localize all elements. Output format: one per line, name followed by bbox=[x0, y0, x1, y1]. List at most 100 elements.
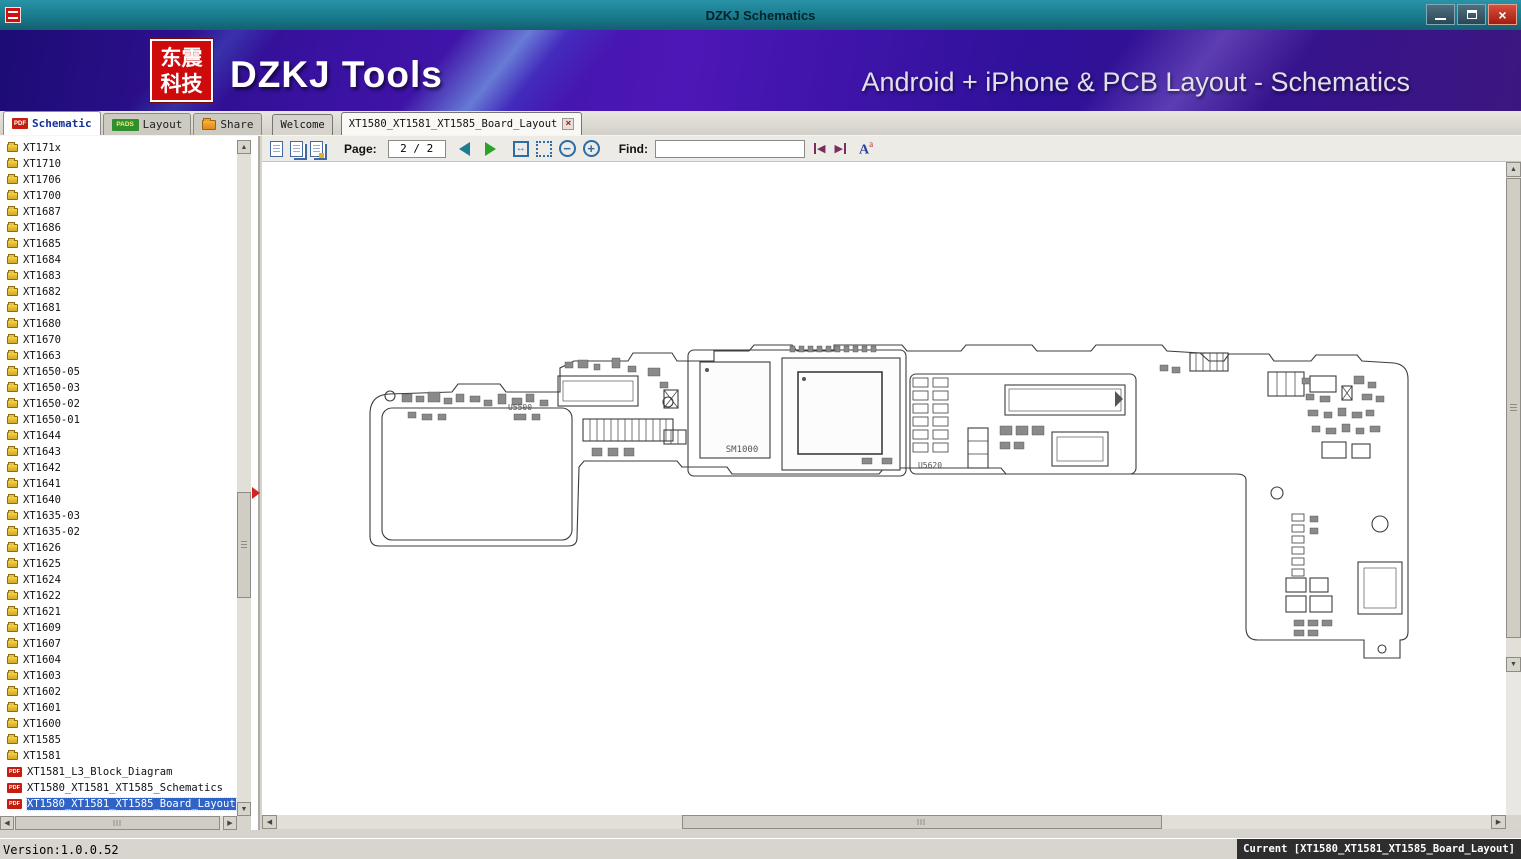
minimize-button[interactable] bbox=[1426, 4, 1455, 25]
tab-bar: PDF Schematic PADS Layout Share Welcome … bbox=[0, 111, 1521, 136]
find-input[interactable] bbox=[655, 140, 805, 158]
sidebar-item[interactable]: XT1581 bbox=[0, 748, 235, 764]
facing-pages-icon[interactable] bbox=[290, 141, 303, 157]
sidebar-item[interactable]: XT1687 bbox=[0, 204, 235, 220]
sidebar-item[interactable]: XT1706 bbox=[0, 172, 235, 188]
tab-board-layout[interactable]: XT1580_XT1581_XT1585_Board_Layout × bbox=[341, 112, 583, 135]
find-next-icon[interactable]: ▶ bbox=[834, 142, 845, 155]
sidebar-item[interactable]: XT1710 bbox=[0, 156, 235, 172]
folder-icon bbox=[7, 368, 18, 376]
sidebar-item[interactable]: XT1684 bbox=[0, 252, 235, 268]
sidebar-item[interactable]: XT1609 bbox=[0, 620, 235, 636]
folder-icon bbox=[7, 288, 18, 296]
single-page-icon[interactable] bbox=[270, 141, 283, 157]
sidebar-vertical-scrollbar[interactable]: ▲ ▼ bbox=[237, 140, 251, 816]
sidebar-item[interactable]: XT1602 bbox=[0, 684, 235, 700]
pdf-page[interactable]: U5500 SM1000 U5620 bbox=[262, 162, 1506, 815]
splitter-arrow-icon[interactable] bbox=[252, 487, 260, 499]
folder-icon bbox=[7, 704, 18, 712]
sidebar-horizontal-scrollbar[interactable]: ◀ ▶ bbox=[0, 816, 251, 830]
folder-icon bbox=[7, 656, 18, 664]
sidebar-item[interactable]: XT1682 bbox=[0, 284, 235, 300]
multi-pages-icon[interactable] bbox=[310, 141, 323, 157]
scrollbar-thumb[interactable] bbox=[682, 815, 1162, 829]
minimize-icon bbox=[1435, 18, 1446, 20]
scrollbar-thumb[interactable] bbox=[237, 492, 251, 598]
sidebar-item[interactable]: XT1622 bbox=[0, 588, 235, 604]
scroll-left-icon[interactable]: ◀ bbox=[262, 815, 277, 829]
scroll-down-icon[interactable]: ▼ bbox=[1506, 657, 1521, 672]
sidebar-item[interactable]: XT1604 bbox=[0, 652, 235, 668]
folder-icon bbox=[7, 624, 18, 632]
sidebar-item[interactable]: XT1625 bbox=[0, 556, 235, 572]
sidebar-item[interactable]: XT1626 bbox=[0, 540, 235, 556]
sidebar-item[interactable]: XT1607 bbox=[0, 636, 235, 652]
fit-width-icon[interactable]: ↔ bbox=[513, 141, 529, 157]
folder-icon bbox=[7, 256, 18, 264]
fit-page-icon[interactable] bbox=[536, 141, 552, 157]
sidebar-item[interactable]: XT1650-02 bbox=[0, 396, 235, 412]
scroll-right-icon[interactable]: ▶ bbox=[1491, 815, 1506, 829]
sidebar-item[interactable]: XT1680 bbox=[0, 316, 235, 332]
folder-icon bbox=[7, 176, 18, 184]
sidebar-item[interactable]: XT1585 bbox=[0, 732, 235, 748]
folder-icon bbox=[7, 688, 18, 696]
sidebar-item[interactable]: XT1640 bbox=[0, 492, 235, 508]
scroll-down-icon[interactable]: ▼ bbox=[237, 802, 251, 816]
sidebar-item[interactable]: XT1650-01 bbox=[0, 412, 235, 428]
sidebar-item[interactable]: XT1663 bbox=[0, 348, 235, 364]
current-document-status: Current [XT1580_XT1581_XT1585_Board_Layo… bbox=[1237, 839, 1521, 859]
prev-page-icon[interactable] bbox=[459, 142, 470, 156]
folder-icon bbox=[7, 752, 18, 760]
page-input[interactable] bbox=[388, 140, 446, 158]
sidebar-item[interactable]: XT1685 bbox=[0, 236, 235, 252]
brand-title: DZKJ Tools bbox=[230, 54, 443, 96]
sidebar-item[interactable]: XT1635-03 bbox=[0, 508, 235, 524]
sidebar-item[interactable]: XT1635-02 bbox=[0, 524, 235, 540]
sidebar-item-pdf[interactable]: PDF XT1581_L3_Block_Diagram bbox=[0, 764, 235, 780]
zoom-in-icon[interactable]: + bbox=[583, 140, 600, 157]
zoom-out-icon[interactable]: − bbox=[559, 140, 576, 157]
sidebar-item[interactable]: XT1601 bbox=[0, 700, 235, 716]
sidebar-item[interactable]: XT1670 bbox=[0, 332, 235, 348]
main-vertical-scrollbar[interactable]: ▲ ▼ bbox=[1506, 162, 1521, 672]
pdf-icon: PDF bbox=[7, 767, 22, 777]
tab-welcome-label: Welcome bbox=[280, 119, 324, 131]
sidebar-item[interactable]: XT1650-03 bbox=[0, 380, 235, 396]
sidebar-item[interactable]: XT1600 bbox=[0, 716, 235, 732]
sidebar-item[interactable]: XT1683 bbox=[0, 268, 235, 284]
scroll-up-icon[interactable]: ▲ bbox=[1506, 162, 1521, 177]
close-tab-icon[interactable]: × bbox=[562, 118, 574, 130]
sidebar-item[interactable]: XT1621 bbox=[0, 604, 235, 620]
close-button[interactable]: × bbox=[1488, 4, 1517, 25]
sidebar-item[interactable]: XT1624 bbox=[0, 572, 235, 588]
scrollbar-thumb[interactable] bbox=[1506, 178, 1521, 638]
sidebar-item[interactable]: XT1642 bbox=[0, 460, 235, 476]
scroll-left-icon[interactable]: ◀ bbox=[0, 816, 14, 830]
sidebar-item-pdf-selected[interactable]: PDF XT1580_XT1581_XT1585_Board_Layout bbox=[0, 796, 235, 812]
maximize-button[interactable] bbox=[1457, 4, 1486, 25]
scroll-up-icon[interactable]: ▲ bbox=[237, 140, 251, 154]
main-horizontal-scrollbar[interactable]: ◀ ▶ bbox=[262, 815, 1506, 829]
status-bar: Version:1.0.0.52 Current [XT1580_XT1581_… bbox=[0, 838, 1521, 859]
sidebar-item[interactable]: XT1681 bbox=[0, 300, 235, 316]
sidebar-item[interactable]: XT1603 bbox=[0, 668, 235, 684]
sidebar-item-pdf[interactable]: PDF XT1580_XT1581_XT1585_Schematics bbox=[0, 780, 235, 796]
find-previous-icon[interactable]: ◀ bbox=[814, 142, 825, 155]
folder-icon bbox=[7, 272, 18, 280]
sidebar-item[interactable]: XT1641 bbox=[0, 476, 235, 492]
tab-schematic[interactable]: PDF Schematic bbox=[3, 111, 101, 135]
tab-share[interactable]: Share bbox=[193, 113, 262, 135]
scrollbar-thumb[interactable] bbox=[15, 816, 220, 830]
sidebar-item[interactable]: XT171x bbox=[0, 140, 235, 156]
sidebar-item[interactable]: XT1700 bbox=[0, 188, 235, 204]
match-case-icon[interactable]: Aa bbox=[859, 139, 873, 158]
tab-welcome[interactable]: Welcome bbox=[272, 114, 332, 135]
sidebar-item[interactable]: XT1650-05 bbox=[0, 364, 235, 380]
sidebar-item[interactable]: XT1643 bbox=[0, 444, 235, 460]
scroll-right-icon[interactable]: ▶ bbox=[223, 816, 237, 830]
tab-layout[interactable]: PADS Layout bbox=[103, 113, 192, 135]
next-page-icon[interactable] bbox=[485, 142, 496, 156]
sidebar-item[interactable]: XT1686 bbox=[0, 220, 235, 236]
sidebar-item[interactable]: XT1644 bbox=[0, 428, 235, 444]
